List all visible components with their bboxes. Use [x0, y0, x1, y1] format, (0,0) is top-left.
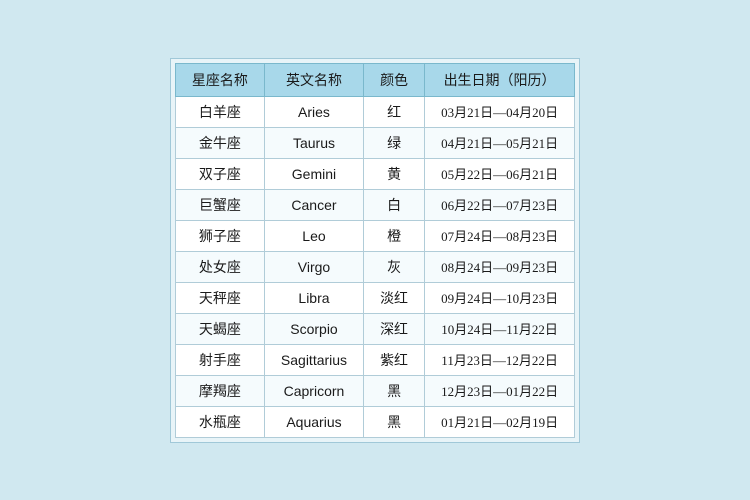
cell-english-name: Cancer: [264, 189, 363, 220]
cell-english-name: Gemini: [264, 158, 363, 189]
table-row: 水瓶座Aquarius黑01月21日—02月19日: [175, 406, 574, 437]
cell-chinese-name: 摩羯座: [175, 375, 264, 406]
cell-chinese-name: 金牛座: [175, 127, 264, 158]
zodiac-table: 星座名称 英文名称 颜色 出生日期（阳历） 白羊座Aries红03月21日—04…: [175, 63, 575, 438]
header-english-name: 英文名称: [264, 63, 363, 96]
zodiac-table-container: 星座名称 英文名称 颜色 出生日期（阳历） 白羊座Aries红03月21日—04…: [170, 58, 580, 443]
cell-chinese-name: 天秤座: [175, 282, 264, 313]
cell-chinese-name: 狮子座: [175, 220, 264, 251]
cell-dates: 11月23日—12月22日: [425, 344, 575, 375]
cell-color: 红: [364, 96, 425, 127]
cell-english-name: Scorpio: [264, 313, 363, 344]
cell-english-name: Taurus: [264, 127, 363, 158]
cell-dates: 09月24日—10月23日: [425, 282, 575, 313]
table-row: 巨蟹座Cancer白06月22日—07月23日: [175, 189, 574, 220]
cell-chinese-name: 处女座: [175, 251, 264, 282]
cell-color: 白: [364, 189, 425, 220]
cell-dates: 06月22日—07月23日: [425, 189, 575, 220]
cell-chinese-name: 巨蟹座: [175, 189, 264, 220]
cell-dates: 01月21日—02月19日: [425, 406, 575, 437]
cell-dates: 05月22日—06月21日: [425, 158, 575, 189]
cell-chinese-name: 水瓶座: [175, 406, 264, 437]
cell-english-name: Sagittarius: [264, 344, 363, 375]
header-color: 颜色: [364, 63, 425, 96]
cell-dates: 04月21日—05月21日: [425, 127, 575, 158]
table-row: 处女座Virgo灰08月24日—09月23日: [175, 251, 574, 282]
cell-chinese-name: 白羊座: [175, 96, 264, 127]
cell-color: 淡红: [364, 282, 425, 313]
cell-color: 橙: [364, 220, 425, 251]
cell-dates: 08月24日—09月23日: [425, 251, 575, 282]
cell-english-name: Libra: [264, 282, 363, 313]
table-header-row: 星座名称 英文名称 颜色 出生日期（阳历）: [175, 63, 574, 96]
cell-english-name: Capricorn: [264, 375, 363, 406]
cell-dates: 03月21日—04月20日: [425, 96, 575, 127]
table-row: 双子座Gemini黄05月22日—06月21日: [175, 158, 574, 189]
header-chinese-name: 星座名称: [175, 63, 264, 96]
table-row: 摩羯座Capricorn黑12月23日—01月22日: [175, 375, 574, 406]
cell-chinese-name: 双子座: [175, 158, 264, 189]
table-row: 天蝎座Scorpio深红10月24日—11月22日: [175, 313, 574, 344]
cell-color: 紫红: [364, 344, 425, 375]
cell-color: 灰: [364, 251, 425, 282]
cell-dates: 10月24日—11月22日: [425, 313, 575, 344]
cell-color: 绿: [364, 127, 425, 158]
cell-english-name: Aries: [264, 96, 363, 127]
table-row: 射手座Sagittarius紫红11月23日—12月22日: [175, 344, 574, 375]
cell-color: 黑: [364, 406, 425, 437]
table-row: 白羊座Aries红03月21日—04月20日: [175, 96, 574, 127]
cell-color: 深红: [364, 313, 425, 344]
cell-chinese-name: 天蝎座: [175, 313, 264, 344]
cell-english-name: Virgo: [264, 251, 363, 282]
table-row: 金牛座Taurus绿04月21日—05月21日: [175, 127, 574, 158]
table-row: 天秤座Libra淡红09月24日—10月23日: [175, 282, 574, 313]
cell-chinese-name: 射手座: [175, 344, 264, 375]
cell-color: 黄: [364, 158, 425, 189]
cell-dates: 07月24日—08月23日: [425, 220, 575, 251]
table-row: 狮子座Leo橙07月24日—08月23日: [175, 220, 574, 251]
header-birth-date: 出生日期（阳历）: [425, 63, 575, 96]
cell-english-name: Aquarius: [264, 406, 363, 437]
cell-english-name: Leo: [264, 220, 363, 251]
cell-dates: 12月23日—01月22日: [425, 375, 575, 406]
cell-color: 黑: [364, 375, 425, 406]
